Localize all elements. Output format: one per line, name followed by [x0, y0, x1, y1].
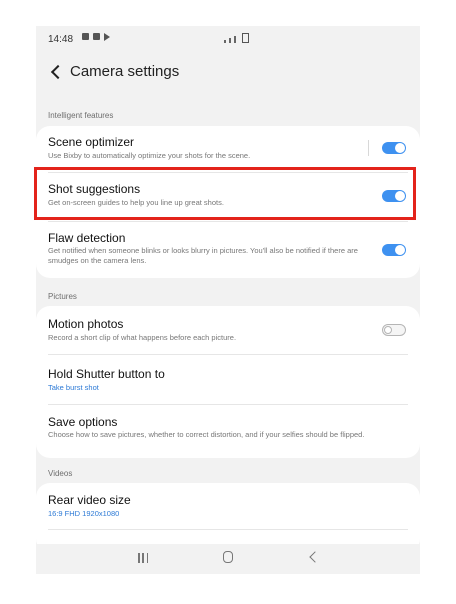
setting-hold-shutter[interactable]: Hold Shutter button to Take burst shot: [36, 355, 420, 403]
setting-subtitle: Record a short clip of what happens befo…: [48, 333, 237, 342]
vertical-divider: [368, 140, 369, 156]
app-header: Camera settings: [36, 60, 420, 88]
status-time: 14:48: [48, 34, 74, 45]
intelligent-features-card: Scene optimizer Use Bixby to automatical…: [36, 126, 420, 278]
scene-optimizer-toggle[interactable]: [382, 142, 406, 154]
setting-title: Motion photos: [48, 317, 124, 331]
motion-photos-toggle[interactable]: [382, 324, 406, 336]
setting-shot-suggestions[interactable]: Shot suggestions Get on-screen guides to…: [36, 173, 420, 221]
signal-icon: [229, 38, 231, 43]
setting-save-options[interactable]: Save options Choose how to save pictures…: [36, 405, 420, 458]
setting-title: Flaw detection: [48, 231, 126, 245]
back-arrow-icon[interactable]: [46, 62, 66, 82]
setting-rear-video-size[interactable]: Rear video size 16:9 FHD 1920x1080: [36, 483, 420, 527]
signal-icon: [234, 36, 236, 43]
system-status-icons: [224, 33, 249, 43]
recent-apps-icon[interactable]: [138, 553, 148, 563]
play-notification-icon: [104, 33, 110, 41]
divider: [48, 529, 408, 530]
section-label-intelligent: Intelligent features: [48, 111, 114, 120]
pictures-card: Motion photos Record a short clip of wha…: [36, 306, 420, 458]
gallery-notification-icon: [82, 33, 89, 40]
setting-title: Hold Shutter button to: [48, 367, 165, 381]
navigation-bar: [36, 544, 420, 574]
signal-icon: [224, 40, 226, 43]
videos-card: Rear video size 16:9 FHD 1920x1080: [36, 483, 420, 553]
battery-icon: [242, 33, 249, 43]
setting-value: 16:9 FHD 1920x1080: [48, 509, 120, 518]
home-icon[interactable]: [223, 551, 233, 563]
setting-motion-photos[interactable]: Motion photos Record a short clip of wha…: [36, 306, 420, 352]
setting-title: Save options: [48, 415, 118, 429]
setting-subtitle: Use Bixby to automatically optimize your…: [48, 151, 251, 160]
setting-subtitle: Choose how to save pictures, whether to …: [48, 430, 365, 439]
setting-subtitle: Get on-screen guides to help you line up…: [48, 198, 224, 207]
setting-scene-optimizer[interactable]: Scene optimizer Use Bixby to automatical…: [36, 126, 420, 172]
section-label-videos: Videos: [48, 469, 73, 478]
shot-suggestions-toggle[interactable]: [382, 190, 406, 202]
notification-icons: [82, 33, 110, 41]
setting-title: Scene optimizer: [48, 135, 135, 149]
flaw-detection-toggle[interactable]: [382, 244, 406, 256]
setting-title: Rear video size: [48, 493, 131, 507]
back-icon[interactable]: [309, 551, 321, 563]
status-bar: 14:48: [36, 26, 420, 54]
setting-value: Take burst shot: [48, 383, 99, 392]
page-title: Camera settings: [70, 63, 180, 80]
setting-title: Shot suggestions: [48, 182, 141, 196]
phone-screen: 14:48 Camera settings Intelligent featur…: [36, 26, 420, 574]
cloud-notification-icon: [93, 33, 100, 40]
section-label-pictures: Pictures: [48, 292, 77, 301]
setting-flaw-detection[interactable]: Flaw detection Get notified when someone…: [36, 222, 420, 278]
setting-subtitle: Get notified when someone blinks or look…: [48, 246, 358, 265]
